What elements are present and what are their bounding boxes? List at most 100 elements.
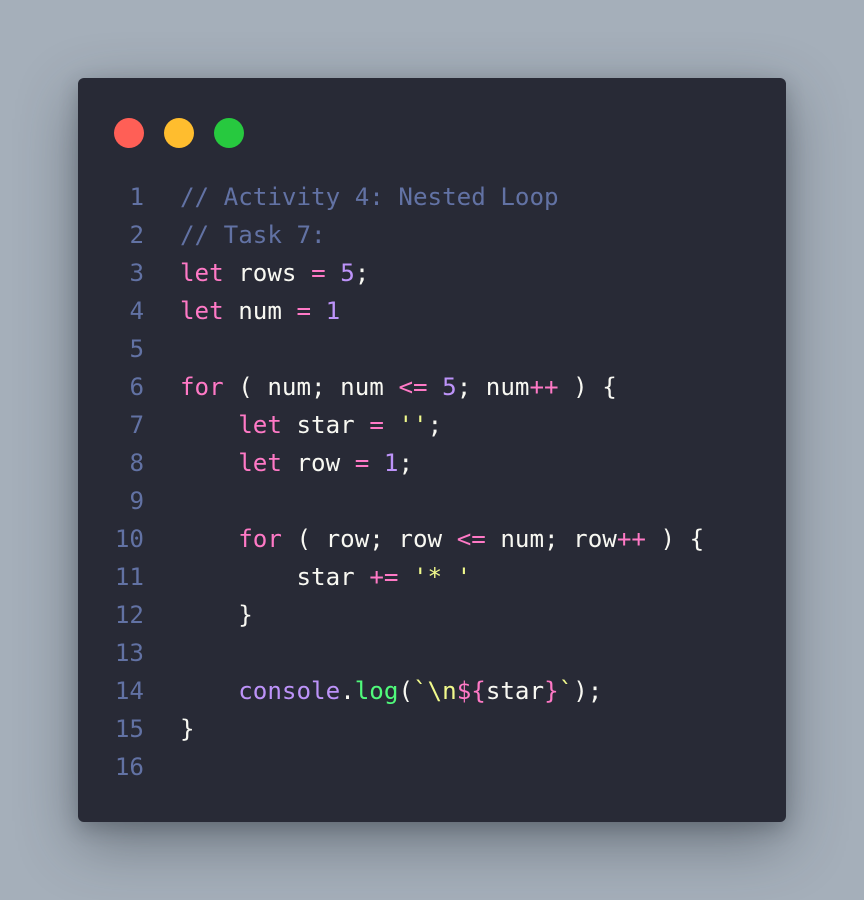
code-token: '* '	[413, 563, 472, 591]
code-token: let	[180, 259, 224, 287]
code-text: for ( num; num <= 5; num++ ) {	[180, 368, 617, 406]
code-line: 10 for ( row; row <= num; row++ ) {	[78, 520, 786, 558]
code-token: ;	[398, 449, 413, 477]
code-window: 1 // Activity 4: Nested Loop 2 // Task 7: 3 l…	[78, 78, 786, 822]
code-token: ( row; row	[281, 525, 457, 553]
code-token: row	[281, 449, 355, 477]
code-token: let	[238, 411, 282, 439]
code-line: 9	[78, 482, 786, 520]
code-line: 1 // Activity 4: Nested Loop	[78, 178, 786, 216]
code-token: console	[238, 677, 341, 705]
code-line: 2 // Task 7:	[78, 216, 786, 254]
code-token: // Task 7:	[180, 221, 326, 249]
code-token: star	[180, 563, 370, 591]
code-token: star	[485, 677, 545, 705]
code-token: for	[238, 525, 282, 553]
code-line: 3 let rows = 5;	[78, 254, 786, 292]
code-token: let	[238, 449, 282, 477]
line-number: 3	[129, 259, 144, 287]
code-token: num	[223, 297, 297, 325]
code-token: +=	[369, 563, 399, 591]
line-number: 2	[129, 221, 144, 249]
code-token: // Activity 4: Nested Loop	[180, 183, 559, 211]
code-text: let num = 1	[180, 292, 340, 330]
line-number: 15	[114, 715, 144, 743]
code-token: ; num	[456, 373, 530, 401]
line-number: 13	[114, 639, 144, 667]
code-token: }	[544, 677, 559, 705]
line-number: 9	[129, 487, 144, 515]
code-token: star	[281, 411, 370, 439]
code-token: );	[573, 677, 603, 705]
code-token: ;	[354, 259, 370, 287]
code-token: ( num; num	[223, 373, 399, 401]
code-text: // Activity 4: Nested Loop	[180, 178, 559, 216]
code-token: for	[180, 373, 224, 401]
code-token: 5	[340, 259, 355, 287]
code-token: =	[311, 259, 326, 287]
close-dot-icon[interactable]	[114, 118, 144, 148]
code-token: ++	[529, 373, 559, 401]
code-text: }	[180, 596, 253, 634]
code-line: 8 let row = 1;	[78, 444, 786, 482]
code-token: `\n	[413, 677, 457, 705]
code-line: 16	[78, 748, 786, 786]
line-number: 10	[114, 525, 144, 553]
code-token: ${	[456, 677, 486, 705]
code-line: 5	[78, 330, 786, 368]
code-token: (	[398, 677, 413, 705]
code-token: ;	[427, 411, 443, 439]
code-token: 5	[442, 373, 457, 401]
line-number: 5	[129, 335, 144, 363]
code-token: =	[354, 449, 370, 477]
code-token: ++	[616, 525, 646, 553]
line-number: 7	[129, 411, 144, 439]
code-token: <=	[398, 373, 428, 401]
code-text: star += '* '	[180, 558, 471, 596]
code-token: <=	[456, 525, 486, 553]
code-text: let star = '';	[180, 406, 442, 444]
line-number: 14	[114, 677, 144, 705]
code-token: .	[340, 677, 355, 705]
zoom-dot-icon[interactable]	[214, 118, 244, 148]
code-text: for ( row; row <= num; row++ ) {	[180, 520, 704, 558]
code-block: 1 // Activity 4: Nested Loop 2 // Task 7: 3 l…	[78, 178, 786, 786]
code-token: let	[180, 297, 224, 325]
code-line: 12 }	[78, 596, 786, 634]
line-number: 1	[129, 183, 144, 211]
line-number: 4	[129, 297, 144, 325]
code-token: ''	[398, 411, 428, 439]
minimize-dot-icon[interactable]	[164, 118, 194, 148]
code-token: ) {	[558, 373, 617, 401]
code-line: 13	[78, 634, 786, 672]
code-line: 6 for ( num; num <= 5; num++ ) {	[78, 368, 786, 406]
code-token: `	[558, 677, 574, 705]
code-text: }	[180, 710, 195, 748]
line-number: 16	[114, 753, 144, 781]
code-token: }	[180, 601, 253, 629]
code-token: =	[369, 411, 384, 439]
code-text: console.log(`\n${star}`);	[180, 672, 602, 710]
code-text: let rows = 5;	[180, 254, 369, 292]
code-token: log	[354, 677, 399, 705]
code-text: let row = 1;	[180, 444, 413, 482]
code-line: 4 let num = 1	[78, 292, 786, 330]
code-line: 14 console.log(`\n${star}`);	[78, 672, 786, 710]
code-line: 7 let star = '';	[78, 406, 786, 444]
line-number: 12	[114, 601, 144, 629]
code-text: // Task 7:	[180, 216, 326, 254]
code-token: num; row	[485, 525, 617, 553]
line-number: 6	[129, 373, 144, 401]
code-token: =	[296, 297, 312, 325]
code-token: ) {	[646, 525, 705, 553]
